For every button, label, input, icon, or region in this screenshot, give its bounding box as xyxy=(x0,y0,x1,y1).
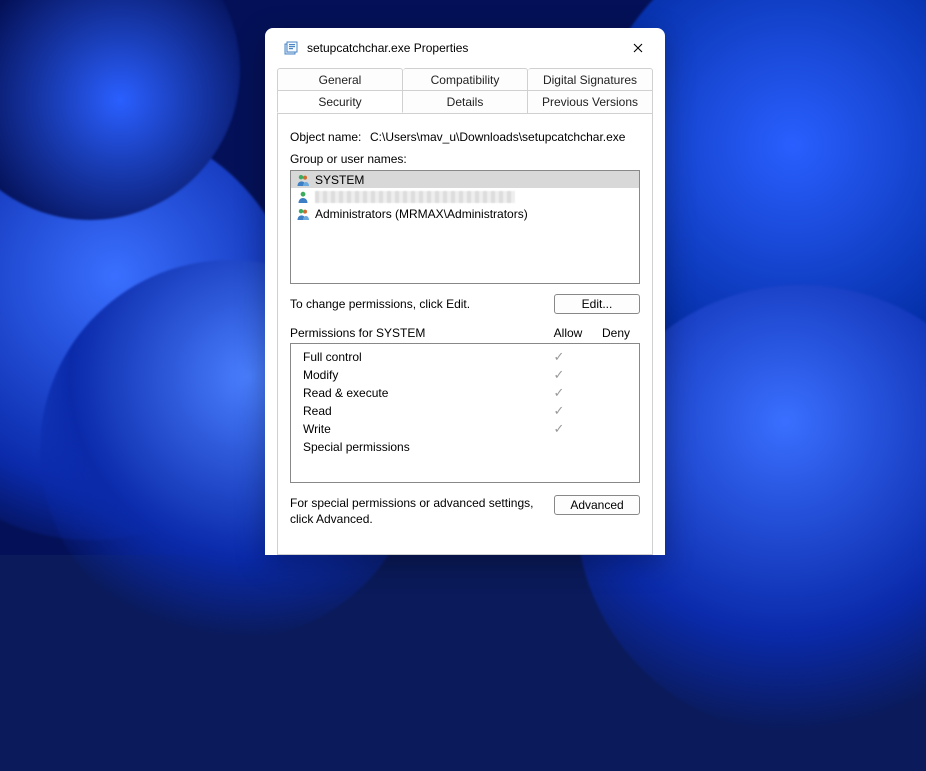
app-icon xyxy=(283,40,299,56)
permissions-header-allow: Allow xyxy=(544,326,592,340)
permission-name: Modify xyxy=(299,368,535,382)
user-list-item[interactable] xyxy=(291,188,639,205)
permissions-header-name: Permissions for SYSTEM xyxy=(290,326,544,340)
permission-name: Full control xyxy=(299,350,535,364)
tab-previous-versions[interactable]: Previous Versions xyxy=(528,90,653,113)
user-name-text: SYSTEM xyxy=(315,173,364,187)
check-icon: ✓ xyxy=(554,421,565,436)
user-listbox[interactable]: SYSTEM Administrators (MRMAX\Administrato… xyxy=(290,170,640,284)
properties-dialog: setupcatchchar.exe Properties General Co… xyxy=(265,28,665,555)
user-list-item[interactable]: Administrators (MRMAX\Administrators) xyxy=(291,205,639,222)
tab-row-2: Security Details Previous Versions xyxy=(277,90,653,114)
permission-row[interactable]: Write ✓ xyxy=(299,420,631,438)
advanced-button[interactable]: Advanced xyxy=(554,495,640,515)
tab-digital-signatures[interactable]: Digital Signatures xyxy=(528,68,653,90)
object-name-value: C:\Users\mav_u\Downloads\setupcatchchar.… xyxy=(370,130,640,144)
check-icon: ✓ xyxy=(554,349,565,364)
check-icon: ✓ xyxy=(554,403,565,418)
tab-row-1: General Compatibility Digital Signatures xyxy=(277,68,653,91)
user-group-icon xyxy=(295,206,311,222)
permission-row[interactable]: Full control ✓ xyxy=(299,348,631,366)
permissions-listbox[interactable]: Full control ✓ Modify ✓ Read & execute ✓ Read ✓… xyxy=(290,343,640,483)
permission-allow-cell: ✓ xyxy=(535,367,583,383)
tab-general[interactable]: General xyxy=(277,68,403,90)
close-button[interactable] xyxy=(623,33,653,63)
permission-row[interactable]: Read ✓ xyxy=(299,402,631,420)
titlebar[interactable]: setupcatchchar.exe Properties xyxy=(265,28,665,68)
tab-compatibility[interactable]: Compatibility xyxy=(403,68,528,90)
edit-hint: To change permissions, click Edit. xyxy=(290,297,554,311)
tab-content: Object name: C:\Users\mav_u\Downloads\se… xyxy=(277,113,653,555)
tab-details[interactable]: Details xyxy=(403,90,528,113)
permission-name: Read & execute xyxy=(299,386,535,400)
window-title: setupcatchchar.exe Properties xyxy=(307,41,623,55)
permission-name: Read xyxy=(299,404,535,418)
tab-security[interactable]: Security xyxy=(277,90,403,113)
user-group-icon xyxy=(295,172,311,188)
permission-allow-cell: ✓ xyxy=(535,349,583,365)
check-icon: ✓ xyxy=(554,367,565,382)
permissions-header-deny: Deny xyxy=(592,326,640,340)
permission-allow-cell: ✓ xyxy=(535,403,583,419)
permission-name: Write xyxy=(299,422,535,436)
permission-allow-cell: ✓ xyxy=(535,421,583,437)
permission-row[interactable]: Read & execute ✓ xyxy=(299,384,631,402)
permission-allow-cell: ✓ xyxy=(535,385,583,401)
advanced-hint: For special permissions or advanced sett… xyxy=(290,495,554,527)
single-user-icon xyxy=(295,189,311,205)
user-list-item[interactable]: SYSTEM xyxy=(291,171,639,188)
permission-row[interactable]: Modify ✓ xyxy=(299,366,631,384)
redacted-user-name xyxy=(315,191,515,203)
edit-button[interactable]: Edit... xyxy=(554,294,640,314)
permission-row[interactable]: Special permissions xyxy=(299,438,631,456)
group-user-label: Group or user names: xyxy=(290,152,640,166)
permission-name: Special permissions xyxy=(299,440,535,454)
check-icon: ✓ xyxy=(554,385,565,400)
object-name-label: Object name: xyxy=(290,130,370,144)
user-name-text: Administrators (MRMAX\Administrators) xyxy=(315,207,528,221)
